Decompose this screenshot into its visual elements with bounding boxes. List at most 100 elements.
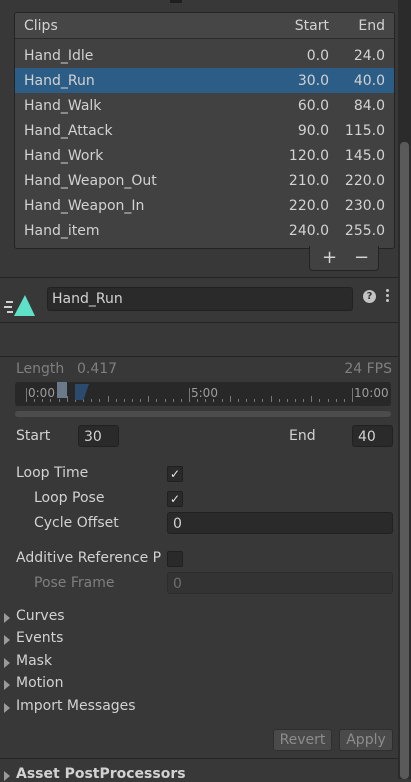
- timeline-minor-tick: [99, 399, 101, 402]
- timeline-tick: [189, 388, 190, 402]
- timeline-minor-tick: [172, 399, 174, 402]
- timeline-ruler[interactable]: 0:00 5:00 10:00: [15, 382, 391, 406]
- add-clip-button[interactable]: +: [322, 247, 337, 268]
- animation-clip-icon: [4, 295, 35, 316]
- scrollbar-thumb[interactable]: [400, 142, 409, 779]
- top-handle: [170, 0, 182, 3]
- timeline-minor-tick: [270, 396, 272, 402]
- timeline-minor-tick: [164, 399, 166, 402]
- timeline-scrollbar[interactable]: [15, 411, 391, 417]
- help-icon[interactable]: ?: [363, 290, 376, 303]
- clip-row-name: Hand_Walk: [24, 98, 102, 114]
- timeline-label: 0:00: [28, 386, 55, 400]
- clip-row[interactable]: Hand_Work 120.0 145.0: [15, 143, 394, 168]
- additive-reference-label: Additive Reference P: [16, 550, 162, 566]
- timeline-minor-tick: [237, 399, 239, 402]
- pose-frame-field: 0: [167, 572, 393, 594]
- foldout-arrow-icon: [4, 613, 10, 623]
- foldout-arrow-icon: [4, 635, 10, 645]
- foldout-label: Curves: [16, 608, 65, 624]
- clip-row-end: 230.0: [344, 198, 385, 214]
- timeline-range-handle[interactable]: [75, 384, 89, 400]
- timeline-minor-tick: [246, 399, 248, 402]
- start-label: Start: [16, 428, 51, 444]
- kebab-menu-icon[interactable]: [386, 289, 390, 303]
- clip-row-name: Hand_Work: [24, 148, 104, 164]
- section-divider: [0, 758, 398, 759]
- timeline-minor-tick: [254, 399, 256, 402]
- timeline-minor-tick: [303, 399, 305, 402]
- clip-name-field[interactable]: Hand_Run: [47, 287, 353, 311]
- loop-time-label: Loop Time: [16, 465, 89, 481]
- clip-row-start: 240.0: [288, 223, 329, 239]
- clip-row[interactable]: Hand_item 240.0 255.0: [15, 218, 394, 243]
- foldout-arrow-icon: [4, 658, 10, 668]
- clip-row-start: 220.0: [288, 198, 329, 214]
- timeline-label: 10:00: [354, 386, 389, 400]
- timeline-minor-tick: [311, 396, 313, 402]
- clip-row-start: 60.0: [297, 98, 329, 114]
- vertical-scrollbar[interactable]: [398, 0, 411, 779]
- clip-row-end: 40.0: [353, 73, 385, 89]
- clip-row[interactable]: Hand_Weapon_In 220.0 230.0: [15, 193, 394, 218]
- section-divider: [0, 277, 398, 278]
- clip-row[interactable]: Hand_Attack 90.0 115.0: [15, 118, 394, 143]
- foldout-label: Motion: [16, 675, 64, 691]
- timeline-tick: [352, 388, 353, 402]
- end-label: End: [289, 428, 316, 444]
- clips-list: Clips Start End Hand_Idle 0.0 24.0 Hand_…: [14, 12, 395, 249]
- clip-row-start: 30.0: [297, 73, 329, 89]
- foldout-arrow-icon: [4, 680, 10, 690]
- clips-list-header: Clips Start End: [15, 13, 394, 39]
- clip-row-end: 255.0: [344, 223, 385, 239]
- section-divider: [0, 322, 398, 323]
- clips-list-footer: + −: [309, 246, 379, 271]
- timeline-minor-tick: [58, 399, 60, 402]
- foldout-label: Mask: [16, 653, 53, 669]
- loop-pose-label: Loop Pose: [34, 490, 105, 506]
- timeline-minor-tick: [148, 396, 150, 402]
- clip-row-name: Hand_item: [24, 223, 100, 239]
- cycle-offset-label: Cycle Offset: [34, 515, 119, 531]
- timeline-playhead[interactable]: [57, 382, 67, 398]
- clip-row-name: Hand_Weapon_Out: [24, 173, 157, 189]
- clip-row-name: Hand_Attack: [24, 123, 113, 139]
- clip-row[interactable]: Hand_Idle 0.0 24.0: [15, 43, 394, 68]
- foldout-arrow-icon: [4, 703, 10, 713]
- foldout-arrow-icon: [4, 771, 10, 781]
- clip-row-start: 120.0: [288, 148, 329, 164]
- timeline-label: 5:00: [191, 386, 218, 400]
- clip-row-name: Hand_Run: [24, 73, 95, 89]
- fps-label: 24 FPS: [344, 361, 392, 377]
- section-title-asset-postprocessors: Asset PostProcessors: [16, 766, 186, 782]
- clip-row-start: 210.0: [288, 173, 329, 189]
- timeline-minor-tick: [335, 399, 337, 402]
- timeline-minor-tick: [294, 399, 296, 402]
- clip-row[interactable]: Hand_Weapon_Out 210.0 220.0: [15, 168, 394, 193]
- clip-row-end: 24.0: [353, 48, 385, 64]
- timeline-minor-tick: [327, 399, 329, 402]
- clips-header-name: Clips: [24, 18, 58, 34]
- timeline-minor-tick: [123, 399, 125, 402]
- timeline-minor-tick: [180, 399, 182, 402]
- loop-pose-checkbox[interactable]: ✓: [167, 491, 183, 507]
- revert-button[interactable]: Revert: [273, 729, 332, 751]
- clip-row-end: 145.0: [344, 148, 385, 164]
- foldout-label: Events: [16, 630, 64, 646]
- remove-clip-button[interactable]: −: [354, 247, 369, 268]
- timeline-minor-tick: [140, 399, 142, 402]
- cycle-offset-field[interactable]: 0: [167, 512, 393, 534]
- clip-row-name: Hand_Weapon_In: [24, 198, 145, 214]
- clip-row-start: 0.0: [306, 48, 329, 64]
- timeline-minor-tick: [131, 399, 133, 402]
- clip-row[interactable]: Hand_Walk 60.0 84.0: [15, 93, 394, 118]
- clip-row-selected[interactable]: Hand_Run 30.0 40.0: [15, 68, 394, 93]
- timeline-minor-tick: [107, 396, 109, 402]
- additive-reference-checkbox[interactable]: [167, 551, 183, 567]
- timeline-minor-tick: [156, 399, 158, 402]
- clip-row-name: Hand_Idle: [24, 48, 94, 64]
- apply-button[interactable]: Apply: [339, 729, 393, 751]
- start-field[interactable]: 30: [78, 425, 119, 447]
- loop-time-checkbox[interactable]: ✓: [167, 466, 183, 482]
- end-field[interactable]: 40: [352, 425, 393, 447]
